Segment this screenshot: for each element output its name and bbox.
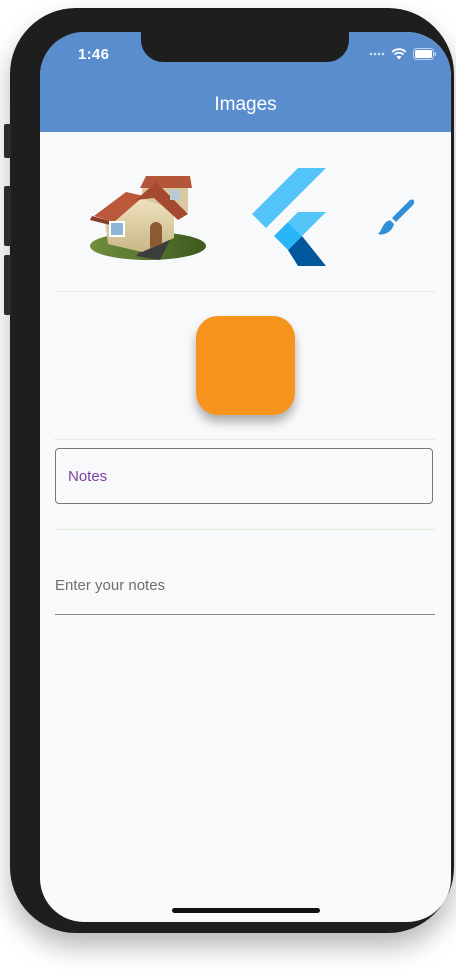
app-bar: 1:46 Images	[40, 32, 451, 132]
orange-rounded-box	[196, 316, 295, 415]
paint-brush-icon	[374, 196, 418, 240]
divider	[54, 529, 435, 530]
app-screen: 1:46 Images Notes Enter your notes	[40, 32, 451, 922]
notes-outlined-field[interactable]: Notes	[55, 448, 433, 504]
page-title: Images	[214, 94, 277, 115]
home-indicator	[172, 908, 320, 913]
notes-label: Notes	[68, 468, 108, 485]
notes-input[interactable]	[55, 570, 435, 600]
wifi-icon	[391, 48, 407, 60]
divider	[54, 291, 435, 292]
battery-icon	[413, 48, 437, 60]
notes-input-container	[55, 570, 435, 615]
phone-frame: 1:46 Images Notes Enter your notes	[10, 8, 454, 933]
divider	[54, 439, 435, 440]
side-button-silent	[4, 124, 11, 158]
device-notch	[141, 32, 349, 62]
status-icons	[369, 48, 437, 60]
signal-dots-icon	[369, 52, 385, 56]
side-button-volume-up	[4, 186, 11, 246]
images-row	[40, 162, 451, 272]
side-button-volume-down	[4, 255, 11, 315]
house-image	[74, 170, 208, 264]
flutter-logo-icon	[250, 168, 330, 266]
status-time: 1:46	[78, 46, 110, 63]
